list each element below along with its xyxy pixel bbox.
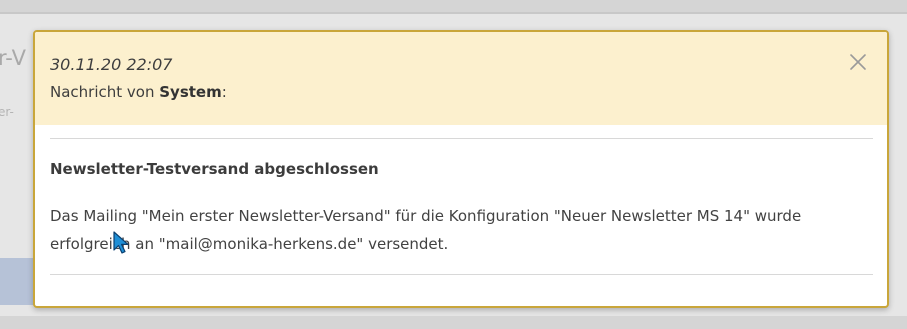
mouse-pointer-icon <box>113 231 129 254</box>
notification-dialog: 30.11.20 22:07 Nachricht von System: New… <box>33 30 889 308</box>
divider-bottom <box>50 274 873 275</box>
background-page-title: r-V <box>0 46 27 70</box>
close-button[interactable] <box>848 52 868 72</box>
divider-top <box>50 138 873 139</box>
background-page-subtitle: er- <box>0 105 14 119</box>
notification-timestamp: 30.11.20 22:07 <box>50 55 173 74</box>
notification-sender-line: Nachricht von System: <box>50 83 227 101</box>
sender-suffix: : <box>221 83 227 101</box>
notification-body: Das Mailing "Mein erster Newsletter-Vers… <box>50 207 802 253</box>
background-selected-row <box>0 258 36 305</box>
notification-header: 30.11.20 22:07 Nachricht von System: <box>35 32 887 125</box>
sender-name: System <box>159 83 222 101</box>
sender-prefix: Nachricht von <box>50 83 160 101</box>
close-icon <box>850 54 866 70</box>
notification-title: Newsletter-Testversand abgeschlossen <box>50 160 379 178</box>
